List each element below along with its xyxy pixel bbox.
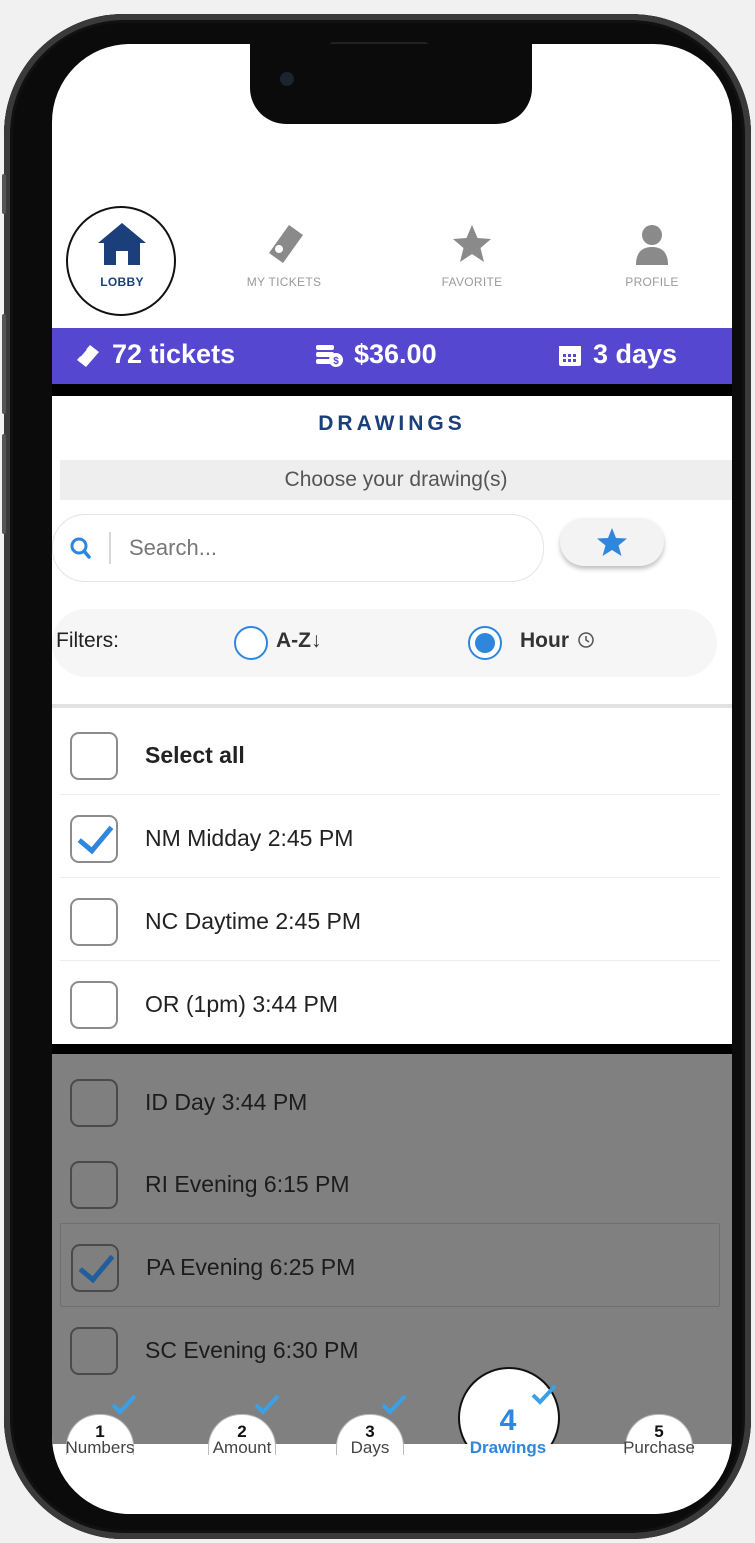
filters-bar: Filters: A-Z↓ Hour [52,609,717,677]
tickets-count: 72 tickets [112,339,236,369]
drawing-checkbox[interactable] [70,1327,118,1375]
drawing-checkbox[interactable] [71,1244,119,1292]
filter-hour-label: Hour [520,629,595,653]
search-divider [109,532,111,564]
star-icon [453,225,491,262]
checkmark-icon [381,1394,407,1415]
list-item[interactable]: RI Evening 6:15 PM [60,1141,720,1223]
drawing-label: ID Day 3:44 PM [145,1089,308,1115]
drawing-label: NM Midday 2:45 PM [145,825,354,851]
list-item[interactable]: ID Day 3:44 PM [60,1059,720,1141]
search-icon [70,537,91,559]
filter-hour-radio[interactable] [468,626,502,660]
svg-text:$: $ [333,356,339,367]
lobby-highlight-ring [66,206,176,316]
amount-value: $36.00 [354,339,437,369]
clock-icon [578,632,594,648]
nav-profile[interactable]: PROFILE [592,219,712,319]
money-icon: $ [316,344,343,367]
step-number: 4 [499,1404,517,1437]
panel-top-border [52,384,732,396]
checkmark-icon [111,1394,137,1415]
select-all-checkbox[interactable] [70,732,118,780]
mute-switch [2,174,6,214]
volume-down-button [2,434,6,534]
search-bar [52,514,544,582]
step-label: Drawings [469,1438,547,1457]
volume-up-button [2,314,6,414]
notch [250,44,532,124]
phone-frame: LOBBY MY TICKETS FAVORITE PROFILE 72 tic… [2,14,751,1539]
drawings-title: DRAWINGS [318,412,466,435]
drawing-label: SC Evening 6:30 PM [145,1337,359,1363]
calendar-icon [559,345,581,366]
drawing-label: NC Daytime 2:45 PM [145,908,362,934]
checkmark-icon [531,1384,557,1405]
nav-my-tickets[interactable]: MY TICKETS [224,219,344,319]
stats-bar: 72 tickets $ $36.00 3 days [52,328,732,384]
drawing-label: PA Evening 6:25 PM [146,1254,356,1280]
drawing-list-dimmed: ID Day 3:44 PM RI Evening 6:15 PM PA Eve… [60,1059,720,1389]
nav-favorite-label: FAVORITE [441,275,503,289]
step-label: Numbers [65,1438,135,1457]
list-item[interactable]: NM Midday 2:45 PM [60,795,720,878]
favorites-filter-button[interactable] [560,518,664,566]
filter-hour-text: Hour [520,629,569,652]
drawing-checkbox[interactable] [70,815,118,863]
star-icon [597,528,627,556]
user-icon [636,225,668,265]
drawing-checkbox[interactable] [70,1079,118,1127]
amount-stat: $ $36.00 [314,339,437,370]
list-item[interactable]: SC Evening 6:30 PM [60,1307,720,1389]
step-label: Amount [212,1438,272,1457]
filters-label: Filters: [56,629,119,652]
checkmark-icon [254,1394,280,1415]
app-screen: LOBBY MY TICKETS FAVORITE PROFILE 72 tic… [52,44,732,1514]
drawing-label: RI Evening 6:15 PM [145,1171,350,1197]
step-label: Purchase [623,1438,695,1457]
search-input[interactable] [127,534,511,562]
drawing-checkbox[interactable] [70,981,118,1029]
select-all-label: Select all [145,742,245,768]
days-stat: 3 days [557,339,677,370]
drawing-label: OR (1pm) 3:44 PM [145,991,338,1017]
camera [280,72,294,86]
list-item[interactable]: NC Daytime 2:45 PM [60,878,720,961]
nav-my-tickets-label: MY TICKETS [246,275,322,289]
drawing-list: Select all NM Midday 2:45 PM NC Daytime … [60,712,720,1043]
tickets-stat: 72 tickets [74,339,235,370]
ticket-icon [269,225,303,263]
progress-stepper: 1 Numbers 2 Amount 3 Days 4 Drawings 5 P… [52,1384,732,1514]
panel-bottom-border [52,1044,732,1054]
filter-az-label: A-Z↓ [276,629,322,652]
filter-az-radio[interactable] [234,626,268,660]
nav-profile-label: PROFILE [625,275,679,289]
list-item[interactable]: OR (1pm) 3:44 PM [60,961,720,1043]
days-value: 3 days [593,339,678,369]
step-label: Days [350,1438,390,1457]
list-item[interactable]: PA Evening 6:25 PM [60,1223,720,1307]
drawing-checkbox[interactable] [70,898,118,946]
section-divider [52,704,732,708]
select-all-row[interactable]: Select all [60,712,720,795]
tickets-icon [77,344,99,367]
drawings-subtitle: Choose your drawing(s) [60,460,732,500]
drawing-checkbox[interactable] [70,1161,118,1209]
nav-favorite[interactable]: FAVORITE [412,219,532,319]
